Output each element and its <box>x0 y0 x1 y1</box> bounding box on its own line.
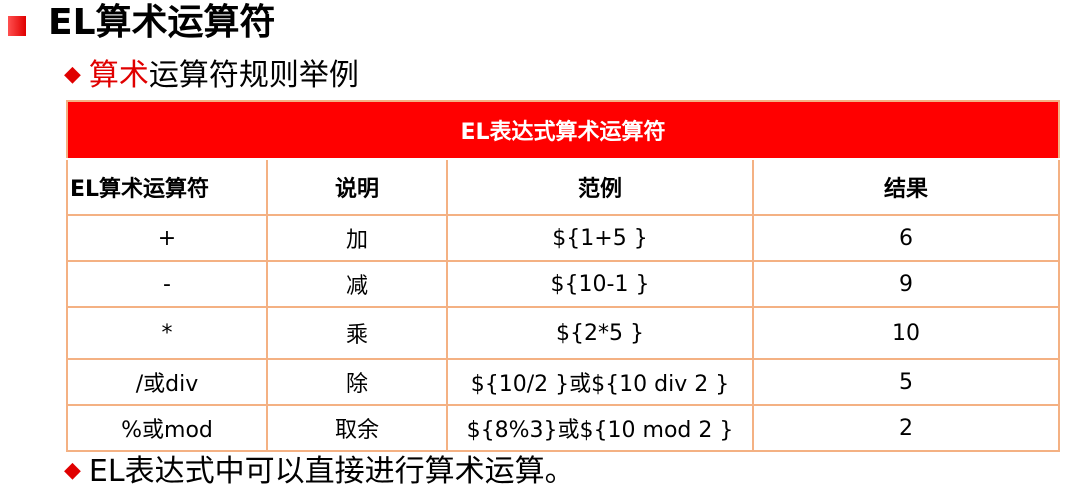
cell-result: 6 <box>752 214 1060 262</box>
bullet-rule-examples: ◆ 算术 运算符规则举例 <box>64 56 359 96</box>
table-row: + 加 ${1+5 } 6 <box>66 214 1060 262</box>
bullet-rest-text: 运算符规则举例 <box>148 58 359 93</box>
bullet-accent-text: 算术 <box>88 58 149 93</box>
operator-table: EL表达式算术运算符 EL算术运算符 说明 范例 结果 + 加 ${1+5 } … <box>66 100 1060 452</box>
bullet-summary: ◆ EL表达式中可以直接进行算术运算。 <box>64 452 575 492</box>
title-marker-icon <box>8 16 26 36</box>
table-caption: EL表达式算术运算符 <box>66 100 1060 160</box>
diamond-bullet-icon: ◆ <box>64 62 81 87</box>
cell-result: 10 <box>752 306 1060 360</box>
cell-operator: %或mod <box>66 404 268 452</box>
operator-table-wrap: EL表达式算术运算符 EL算术运算符 说明 范例 结果 + 加 ${1+5 } … <box>66 100 1060 452</box>
cell-description: 乘 <box>266 306 448 360</box>
cell-operator: + <box>66 214 268 262</box>
cell-result: 2 <box>752 404 1060 452</box>
bullet-summary-text: EL表达式中可以直接进行算术运算。 <box>88 454 575 489</box>
diamond-bullet-icon: ◆ <box>64 458 81 483</box>
cell-description: 加 <box>266 214 448 262</box>
cell-operator: /或div <box>66 358 268 406</box>
table-row: %或mod 取余 ${8%3}或${10 mod 2 } 2 <box>66 404 1060 452</box>
cell-operator: * <box>66 306 268 360</box>
cell-operator: - <box>66 260 268 308</box>
table-row: - 减 ${10-1 } 9 <box>66 260 1060 308</box>
cell-example: ${10-1 } <box>446 260 754 308</box>
table-header-row: EL算术运算符 说明 范例 结果 <box>66 158 1060 216</box>
cell-description: 除 <box>266 358 448 406</box>
table-caption-row: EL表达式算术运算符 <box>66 100 1060 160</box>
column-header-example: 范例 <box>446 158 754 216</box>
table-row: * 乘 ${2*5 } 10 <box>66 306 1060 360</box>
column-header-description: 说明 <box>266 158 448 216</box>
cell-description: 取余 <box>266 404 448 452</box>
cell-example: ${10/2 }或${10 div 2 } <box>446 358 754 406</box>
cell-example: ${2*5 } <box>446 306 754 360</box>
slide-title: EL算术运算符 <box>48 2 276 43</box>
column-header-operator: EL算术运算符 <box>66 158 268 216</box>
cell-description: 减 <box>266 260 448 308</box>
cell-result: 5 <box>752 358 1060 406</box>
cell-example: ${1+5 } <box>446 214 754 262</box>
table-row: /或div 除 ${10/2 }或${10 div 2 } 5 <box>66 358 1060 406</box>
column-header-result: 结果 <box>752 158 1060 216</box>
cell-example: ${8%3}或${10 mod 2 } <box>446 404 754 452</box>
cell-result: 9 <box>752 260 1060 308</box>
